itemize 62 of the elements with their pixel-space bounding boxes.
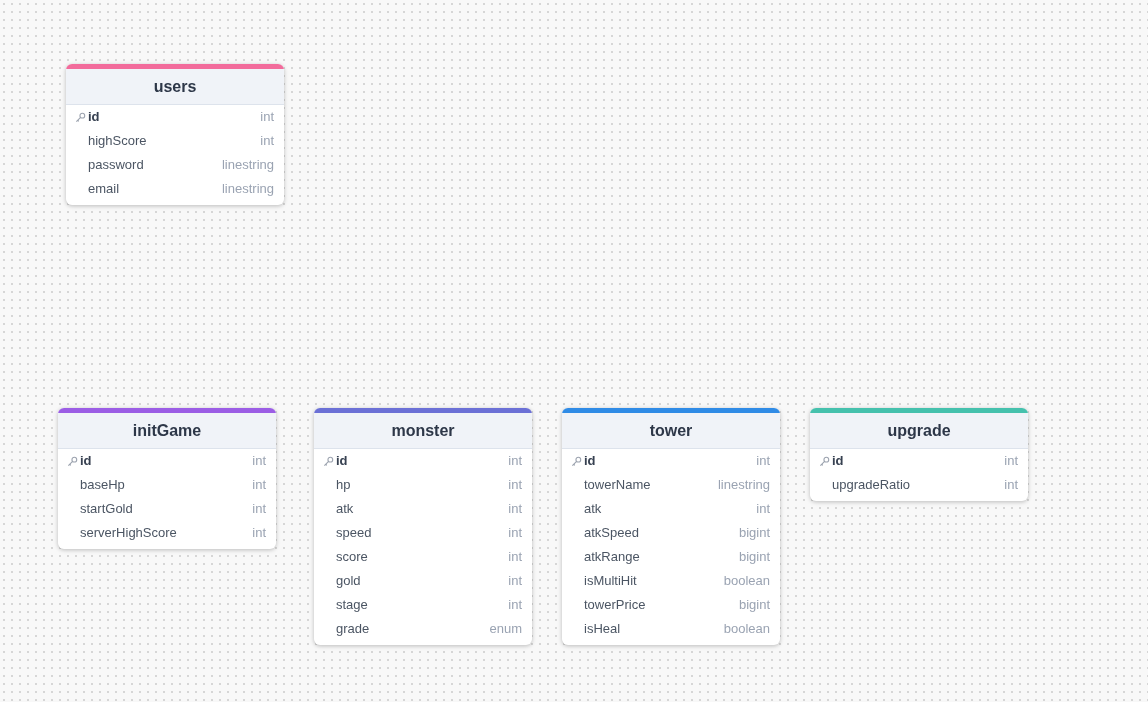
field-name: id <box>88 108 100 127</box>
field-name: isMultiHit <box>584 572 637 591</box>
field-type: int <box>252 476 266 495</box>
table-title: users <box>66 69 284 105</box>
field-type: int <box>252 524 266 543</box>
field-name: isHeal <box>584 620 621 639</box>
field-name: email <box>88 180 120 199</box>
field-name: baseHp <box>80 476 125 495</box>
table-card[interactable]: tower id int towerName linestring atk int atkSpeed bigint atkRange bigint isMultiHit boolean towerPrice bigint isHeal boolean <box>562 408 780 645</box>
field-name: id <box>80 452 92 471</box>
field-name: gold <box>336 572 361 591</box>
table-title: upgrade <box>810 413 1028 449</box>
field-name: towerPrice <box>584 596 646 615</box>
field-type: int <box>756 500 770 519</box>
field-name: speed <box>336 524 372 543</box>
field-name: score <box>336 548 368 567</box>
table-card[interactable]: monster id int hp int atk int speed int score int gold int stage int grade enum <box>314 408 532 645</box>
field-type: int <box>756 452 770 471</box>
field-type: int <box>260 108 274 127</box>
field-name: id <box>584 452 596 471</box>
field-type: int <box>252 452 266 471</box>
field-name: id <box>336 452 348 471</box>
table-title: initGame <box>58 413 276 449</box>
table-card[interactable]: upgrade id int upgradeRatio int <box>810 408 1028 501</box>
field-name: stage <box>336 596 368 615</box>
field-type: int <box>252 500 266 519</box>
field-type: linestring <box>221 180 274 199</box>
field-type: int <box>508 548 522 567</box>
field-name: atk <box>584 500 602 519</box>
field-type: int <box>1004 452 1018 471</box>
field-name: hp <box>336 476 351 495</box>
field-name: atkRange <box>584 548 640 567</box>
field-type: int <box>508 452 522 471</box>
field-name: id <box>832 452 844 471</box>
field-type: int <box>260 132 274 151</box>
field-name: atkSpeed <box>584 524 639 543</box>
field-name: startGold <box>80 500 133 519</box>
table-card[interactable]: users id int highScore int password linestring email linestring <box>66 64 284 205</box>
field-name: towerName <box>584 476 651 495</box>
table-title: monster <box>314 413 532 449</box>
table-title: tower <box>562 413 780 449</box>
field-type: int <box>508 476 522 495</box>
table-card[interactable]: initGame id int baseHp int startGold int serverHighScore int <box>58 408 276 549</box>
field-type: int <box>1004 476 1018 495</box>
field-type: bigint <box>738 548 770 567</box>
field-name: highScore <box>88 132 147 151</box>
field-type: boolean <box>723 572 770 591</box>
field-type: enum <box>489 620 522 639</box>
field-type: linestring <box>221 156 274 175</box>
field-type: boolean <box>723 620 770 639</box>
field-name: atk <box>336 500 354 519</box>
field-type: int <box>508 524 522 543</box>
field-name: password <box>88 156 144 175</box>
field-type: int <box>508 572 522 591</box>
field-name: serverHighScore <box>80 524 177 543</box>
field-name: grade <box>336 620 370 639</box>
field-type: int <box>508 500 522 519</box>
field-type: int <box>508 596 522 615</box>
field-type: bigint <box>738 524 770 543</box>
field-type: bigint <box>738 596 770 615</box>
field-type: linestring <box>717 476 770 495</box>
field-name: upgradeRatio <box>832 476 911 495</box>
